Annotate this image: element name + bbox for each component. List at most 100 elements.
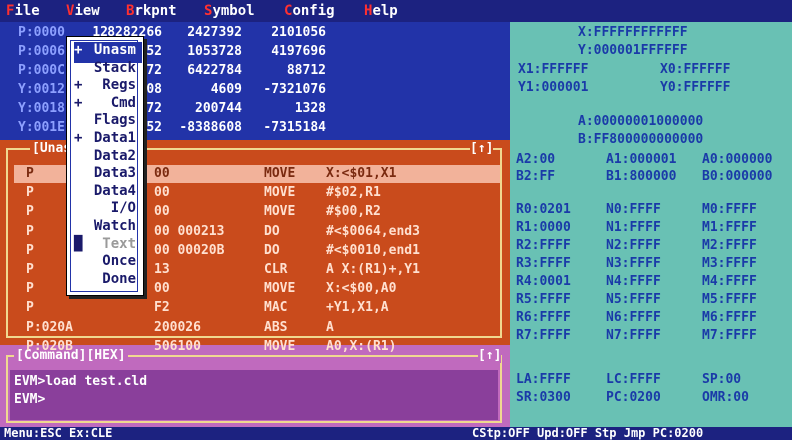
command-prompt[interactable]: EVM>	[14, 392, 45, 407]
register-value[interactable]: B0:000000	[702, 169, 772, 184]
menu-view[interactable]: View	[66, 3, 100, 19]
view-menu-label: Cmd	[110, 94, 136, 111]
register-value[interactable]: X1:FFFFFF	[518, 62, 588, 77]
view-menu-label: Text	[102, 235, 136, 252]
dump-address: Y:001E	[18, 120, 65, 135]
disasm-op: DO	[264, 223, 280, 239]
unasm-scroll-up-button[interactable]: [↑]	[470, 141, 494, 156]
view-menu-label: I/O	[110, 200, 136, 217]
menu-symbol[interactable]: Symbol	[204, 3, 255, 19]
register-value[interactable]: PC:0200	[606, 390, 661, 405]
disasm-pfx: P	[26, 185, 34, 201]
register-value[interactable]: R0:0201	[516, 202, 571, 217]
register-value[interactable]: R5:FFFF	[516, 292, 571, 307]
registers-panel: X:FFFFFFFFFFFF Y:000001FFFFFF X1:FFFFFF X0:…	[510, 22, 792, 427]
register-value[interactable]: M5:FFFF	[702, 292, 757, 307]
menu-label-rest: iew	[74, 3, 100, 19]
register-value[interactable]: M1:FFFF	[702, 220, 757, 235]
register-value[interactable]: Y1:000001	[518, 80, 588, 95]
register-value[interactable]: N6:FFFF	[606, 310, 661, 325]
register-value[interactable]: Y0:FFFFFF	[660, 80, 730, 95]
register-value[interactable]: OMR:00	[702, 390, 749, 405]
disasm-row[interactable]: P F2 MAC +Y1,X1,A	[14, 300, 500, 319]
register-value[interactable]: SR:0300	[516, 390, 571, 405]
register-value[interactable]: R3:FFFF	[516, 256, 571, 271]
menu-label-rest: rkpnt	[134, 3, 177, 19]
disasm-row[interactable]: P:020A 200026 ABS A	[14, 320, 500, 339]
register-value[interactable]: N4:FFFF	[606, 274, 661, 289]
register-value[interactable]: B2:FF	[516, 169, 555, 184]
disasm-arg: #<$0010,end1	[326, 242, 420, 258]
menu-help[interactable]: Help	[364, 3, 398, 19]
register-value[interactable]: R6:FFFF	[516, 310, 571, 325]
register-value[interactable]: N5:FFFF	[606, 292, 661, 307]
register-value[interactable]: R7:FFFF	[516, 328, 571, 343]
disasm-arg: A0,X:(R1)	[326, 338, 397, 354]
dump-value[interactable]: 4609	[211, 82, 242, 97]
dump-value[interactable]: -8388608	[179, 120, 242, 135]
dump-value[interactable]: 88712	[287, 63, 326, 78]
view-menu-item-done[interactable]: Done	[74, 271, 142, 292]
register-value[interactable]: M6:FFFF	[702, 310, 757, 325]
register-value[interactable]: LA:FFFF	[516, 372, 571, 387]
dump-value[interactable]: -7315184	[263, 120, 326, 135]
register-value[interactable]: A2:00	[516, 152, 555, 167]
register-value[interactable]: A1:000001	[606, 152, 676, 167]
disasm-code: 506100	[154, 338, 201, 354]
register-value[interactable]: M7:FFFF	[702, 328, 757, 343]
register-value[interactable]: M0:FFFF	[702, 202, 757, 217]
dump-value[interactable]: 2101056	[271, 25, 326, 40]
dump-value[interactable]: 1053728	[187, 44, 242, 59]
disasm-code: 00	[154, 204, 170, 220]
disasm-code: 13	[154, 262, 170, 277]
register-value[interactable]: M3:FFFF	[702, 256, 757, 271]
register-value[interactable]: B:FF800000000000	[578, 132, 703, 147]
register-value[interactable]: N2:FFFF	[606, 238, 661, 253]
dump-address: P:0000	[18, 25, 65, 40]
disasm-pfx: P	[26, 204, 34, 220]
dump-address: P:000C	[18, 63, 65, 78]
checkmark-icon: +	[74, 94, 83, 111]
dump-value[interactable]: 1328	[295, 101, 326, 116]
register-value[interactable]: A:00000001000000	[578, 114, 703, 129]
dump-value[interactable]: 2427392	[187, 25, 242, 40]
disasm-arg: A X:(R1)+,Y1	[326, 262, 420, 277]
dump-value[interactable]: -7321076	[263, 82, 326, 97]
register-value[interactable]: SP:00	[702, 372, 741, 387]
menu-label-rest: onfig	[292, 3, 335, 19]
register-value[interactable]: R4:0001	[516, 274, 571, 289]
menu-config[interactable]: Config	[284, 3, 335, 19]
register-value[interactable]: M4:FFFF	[702, 274, 757, 289]
register-value[interactable]: LC:FFFF	[606, 372, 661, 387]
register-value[interactable]: N1:FFFF	[606, 220, 661, 235]
disasm-arg: #<$0064,end3	[326, 223, 420, 239]
disasm-arg: #$00,R2	[326, 204, 381, 220]
dump-address: P:0006	[18, 44, 65, 59]
register-value[interactable]: B1:800000	[606, 169, 676, 184]
register-value[interactable]: A0:000000	[702, 152, 772, 167]
register-value[interactable]: M2:FFFF	[702, 238, 757, 253]
disasm-pfx: P:020A	[26, 319, 73, 335]
register-value[interactable]: R2:FFFF	[516, 238, 571, 253]
menu-file[interactable]: File	[6, 3, 40, 19]
view-menu-label: Data4	[93, 182, 136, 199]
disasm-row[interactable]: P:020B 506100 MOVE A0,X:(R1)	[14, 339, 500, 358]
disasm-pfx: P	[26, 223, 34, 239]
status-left: Menu:ESC Ex:CLE	[4, 426, 113, 440]
register-value[interactable]: N0:FFFF	[606, 202, 661, 217]
dump-address: Y:0012	[18, 82, 65, 97]
dump-value[interactable]: 200744	[195, 101, 242, 116]
dump-value[interactable]: 4197696	[271, 44, 326, 59]
disasm-code: 00	[154, 281, 170, 297]
register-value[interactable]: N3:FFFF	[606, 256, 661, 271]
view-menu-label: Data2	[93, 147, 136, 164]
view-menu-label: Once	[102, 253, 136, 270]
register-value[interactable]: R1:0000	[516, 220, 571, 235]
register-value[interactable]: N7:FFFF	[606, 328, 661, 343]
view-menu-label: Done	[102, 270, 136, 287]
register-value[interactable]: Y:000001FFFFFF	[578, 43, 688, 58]
menu-brkpnt[interactable]: Brkpnt	[126, 3, 177, 19]
register-value[interactable]: X:FFFFFFFFFFFF	[578, 25, 688, 40]
register-value[interactable]: X0:FFFFFF	[660, 62, 730, 77]
dump-value[interactable]: 6422784	[187, 63, 242, 78]
